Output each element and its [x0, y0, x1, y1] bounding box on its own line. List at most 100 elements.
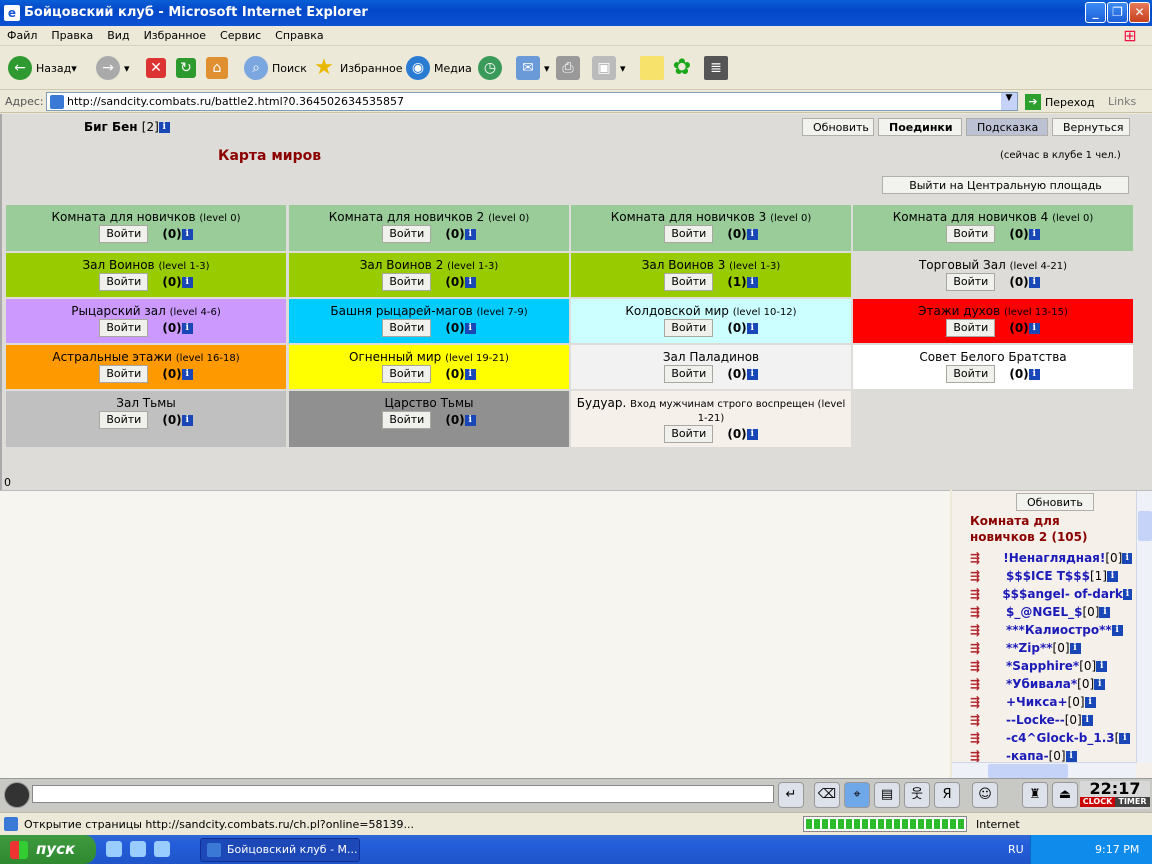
user-list-item[interactable]: ⇶ -c4^Glock-b_1.3[i	[970, 729, 1132, 747]
user-list-item[interactable]: ⇶ --Locke-- [0] i	[970, 711, 1132, 729]
messenger-button[interactable]	[640, 54, 668, 82]
scroll-thumb[interactable]	[1138, 511, 1152, 541]
vertical-scrollbar[interactable]	[1136, 491, 1152, 763]
info-icon[interactable]: i	[1081, 714, 1093, 726]
info-icon[interactable]: i	[746, 276, 758, 288]
menu-edit[interactable]: Правка	[44, 26, 100, 45]
edit-button[interactable]: ▣ ▾	[592, 54, 626, 82]
go-button[interactable]: ➔ Переход	[1025, 94, 1095, 110]
icq-button[interactable]: ✿	[670, 54, 698, 82]
info-icon[interactable]: i	[1111, 624, 1123, 636]
exit-icon[interactable]: ⏏	[1052, 782, 1078, 808]
enter-room-button[interactable]: Войти	[664, 365, 714, 383]
desktop-icon[interactable]	[106, 841, 122, 857]
enter-room-button[interactable]: Войти	[664, 273, 714, 291]
user-list-item[interactable]: ⇶ *Убивала* [0] i	[970, 675, 1132, 693]
info-icon[interactable]: i	[1084, 696, 1096, 708]
menu-help[interactable]: Справка	[268, 26, 330, 45]
fights-button[interactable]: Поединки	[878, 118, 962, 136]
user-list-item[interactable]: ⇶ **Zip** [0] i	[970, 639, 1132, 657]
info-icon[interactable]: i	[181, 322, 193, 334]
enter-room-button[interactable]: Войти	[946, 225, 996, 243]
private-message-arrow-icon[interactable]: ⇶	[970, 605, 992, 619]
menu-tools[interactable]: Сервис	[213, 26, 268, 45]
language-indicator[interactable]: RU	[1008, 843, 1024, 856]
task-button-ie[interactable]: Бойцовский клуб - M...	[200, 838, 360, 862]
search-button[interactable]: ⌕ Поиск	[244, 54, 307, 82]
info-icon[interactable]: i	[464, 276, 476, 288]
start-button[interactable]: пуск	[0, 835, 96, 864]
info-icon[interactable]: i	[746, 368, 758, 380]
info-icon[interactable]: i	[464, 414, 476, 426]
address-dropdown-icon[interactable]: ▼	[1001, 93, 1017, 110]
address-input[interactable]: http://sandcity.combats.ru/battle2.html?…	[46, 92, 1018, 111]
info-icon[interactable]: i	[181, 276, 193, 288]
info-icon[interactable]: i	[181, 368, 193, 380]
private-message-arrow-icon[interactable]: ⇶	[970, 623, 992, 637]
private-message-arrow-icon[interactable]: ⇶	[970, 677, 992, 691]
menu-favorites[interactable]: Избранное	[137, 26, 213, 45]
enter-room-button[interactable]: Войти	[946, 273, 996, 291]
info-icon[interactable]: i	[464, 368, 476, 380]
clear-icon[interactable]: ⌫	[814, 782, 840, 808]
enter-room-button[interactable]: Войти	[382, 273, 432, 291]
media-player-icon[interactable]	[130, 841, 146, 857]
translit-icon[interactable]: Я	[934, 782, 960, 808]
enter-room-button[interactable]: Войти	[382, 225, 432, 243]
private-message-arrow-icon[interactable]: ⇶	[970, 551, 989, 565]
refresh-button[interactable]: ↻	[176, 54, 200, 82]
private-message-arrow-icon[interactable]: ⇶	[970, 731, 992, 745]
chat-input[interactable]	[32, 785, 774, 803]
extra-tool-button[interactable]: ≣	[704, 54, 732, 82]
enter-room-button[interactable]: Войти	[664, 425, 714, 443]
user-list-item[interactable]: ⇶ $_@NGEL_$ [0] i	[970, 603, 1132, 621]
enter-room-button[interactable]: Войти	[99, 273, 149, 291]
ie-quicklaunch-icon[interactable]	[154, 841, 170, 857]
private-message-arrow-icon[interactable]: ⇶	[970, 695, 992, 709]
print-button[interactable]: ⎙	[556, 54, 584, 82]
hint-button[interactable]: Подсказка	[966, 118, 1048, 136]
private-message-arrow-icon[interactable]: ⇶	[970, 749, 992, 763]
smile-icon[interactable]: ☺	[972, 782, 998, 808]
hscroll-thumb[interactable]	[988, 764, 1068, 778]
enter-room-button[interactable]: Войти	[99, 225, 149, 243]
enter-room-button[interactable]: Войти	[99, 319, 149, 337]
user-list-item[interactable]: ⇶ !Ненаглядная! [0] i	[970, 549, 1132, 567]
info-icon[interactable]: i	[746, 228, 758, 240]
info-icon[interactable]: i	[746, 428, 758, 440]
info-icon[interactable]: i	[1099, 606, 1111, 618]
back-button[interactable]: ← Назад ▾	[8, 54, 77, 82]
save-icon[interactable]: ▤	[874, 782, 900, 808]
enter-room-button[interactable]: Войти	[99, 365, 149, 383]
user-list-item[interactable]: ⇶ ***Калиостро** i	[970, 621, 1132, 639]
info-icon[interactable]: i	[181, 228, 193, 240]
refresh-users-button[interactable]: Обновить	[1016, 493, 1094, 511]
user-list-item[interactable]: ⇶ +Чикса+ [0] i	[970, 693, 1132, 711]
private-message-arrow-icon[interactable]: ⇶	[970, 587, 988, 601]
refresh-page-button[interactable]: Обновить	[802, 118, 874, 136]
enter-room-button[interactable]: Войти	[664, 225, 714, 243]
enter-room-button[interactable]: Войти	[946, 365, 996, 383]
info-icon[interactable]: i	[1028, 228, 1040, 240]
person-icon[interactable]: 웃	[904, 782, 930, 808]
info-icon[interactable]: i	[1065, 750, 1077, 762]
menu-view[interactable]: Вид	[100, 26, 136, 45]
bag-icon[interactable]: ♜	[1022, 782, 1048, 808]
info-icon[interactable]: i	[158, 122, 170, 133]
info-icon[interactable]: i	[1028, 368, 1040, 380]
mail-button[interactable]: ✉ ▾	[516, 54, 550, 82]
info-icon[interactable]: i	[1069, 642, 1081, 654]
minimize-button[interactable]: _	[1085, 2, 1106, 23]
exit-to-square-button[interactable]: Выйти на Центральную площадь	[882, 176, 1129, 194]
info-icon[interactable]: i	[1119, 732, 1131, 744]
return-button[interactable]: Вернуться	[1052, 118, 1130, 136]
media-button[interactable]: ◉ Медиа	[406, 54, 472, 82]
user-list-item[interactable]: ⇶ $$$angel- of-dark i	[970, 585, 1132, 603]
enter-room-button[interactable]: Войти	[99, 411, 149, 429]
info-icon[interactable]: i	[1106, 570, 1118, 582]
private-message-arrow-icon[interactable]: ⇶	[970, 659, 992, 673]
maximize-button[interactable]: ❐	[1107, 2, 1128, 23]
favorites-button[interactable]: ★ Избранное	[312, 54, 402, 82]
info-icon[interactable]: i	[464, 322, 476, 334]
private-message-arrow-icon[interactable]: ⇶	[970, 569, 992, 583]
